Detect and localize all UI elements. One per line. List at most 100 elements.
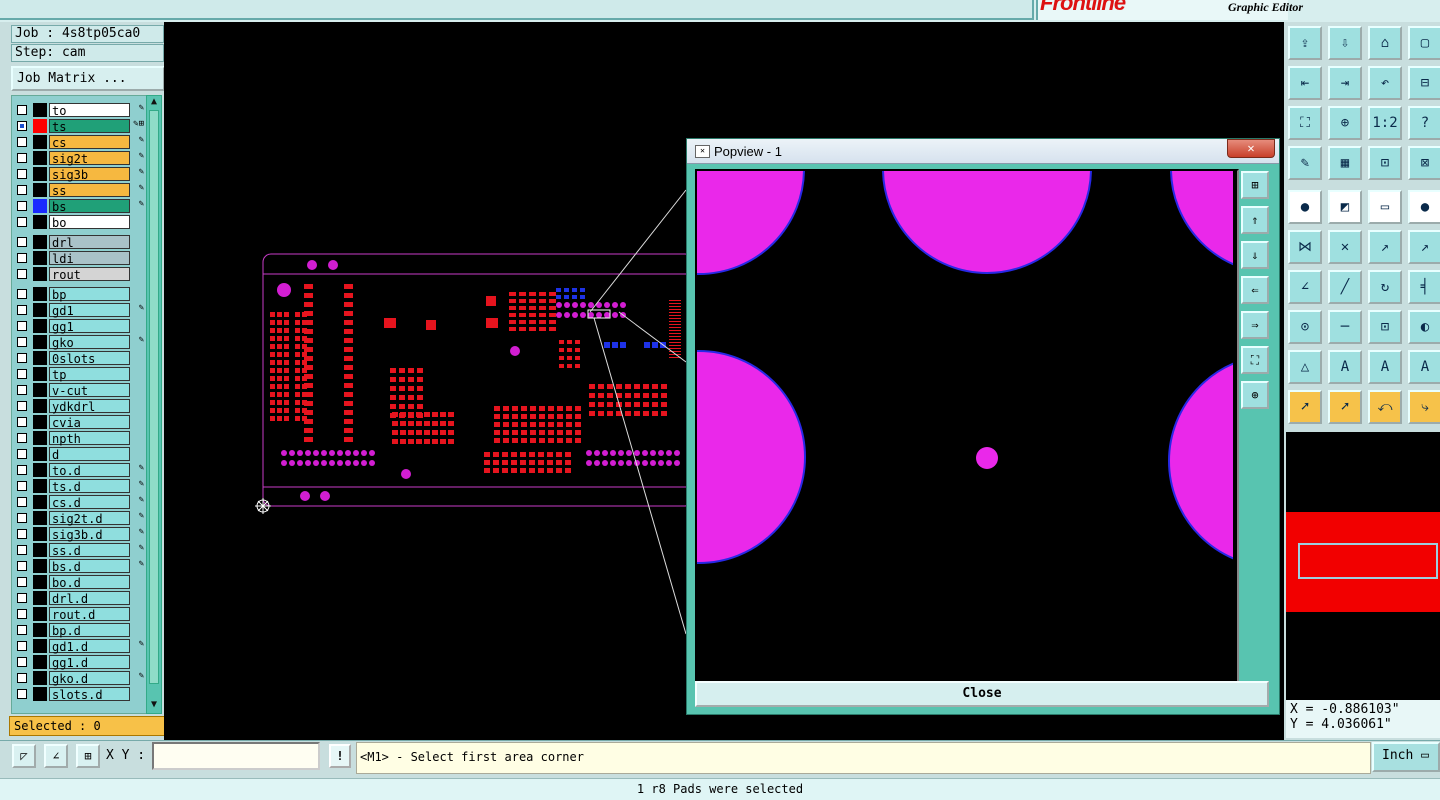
layer-name[interactable]: ydkdrl <box>49 399 130 414</box>
dot-icon[interactable]: ● <box>1408 190 1440 224</box>
layer-checkbox[interactable] <box>17 321 27 331</box>
layer-scrollbar[interactable]: ▲ ▼ <box>146 95 162 714</box>
grid-snap-icon[interactable]: ⊞ <box>76 744 100 768</box>
layer-name[interactable]: cs.d <box>49 495 130 510</box>
layer-checkbox[interactable] <box>17 577 27 587</box>
layer-color-swatch[interactable] <box>33 463 47 477</box>
layer-checkbox[interactable] <box>17 253 27 263</box>
window-icon[interactable]: ▢ <box>1408 26 1440 60</box>
popup-up-icon[interactable]: ⇑ <box>1241 206 1269 234</box>
layer-name[interactable]: bo <box>49 215 130 230</box>
layer-name[interactable]: sig3b <box>49 167 130 182</box>
layer-row[interactable]: sig3b ✎ <box>12 167 146 182</box>
layer-name[interactable]: sig2t.d <box>49 511 130 526</box>
layer-name[interactable]: tp <box>49 367 130 382</box>
layer-color-swatch[interactable] <box>33 655 47 669</box>
popview-close-icon[interactable]: ✕ <box>1227 139 1275 158</box>
layer-row[interactable]: gd1.d ✎ <box>12 639 146 654</box>
layer-row[interactable]: cs.d ✎ <box>12 495 146 510</box>
layer-color-swatch[interactable] <box>33 367 47 381</box>
layer-name[interactable]: drl.d <box>49 591 130 606</box>
layer-name[interactable]: sig3b.d <box>49 527 130 542</box>
layer-name[interactable]: drl <box>49 235 130 250</box>
layer-color-swatch[interactable] <box>33 135 47 149</box>
layer-checkbox[interactable] <box>17 497 27 507</box>
unit-select[interactable]: Inch ▭ <box>1372 742 1440 772</box>
layer-color-swatch[interactable] <box>33 479 47 493</box>
xy-input[interactable] <box>152 742 320 770</box>
zoom-view[interactable] <box>592 63 1382 677</box>
layer-name[interactable]: to.d <box>49 463 130 478</box>
layer-color-swatch[interactable] <box>33 199 47 213</box>
layer-color-swatch[interactable] <box>33 287 47 301</box>
scale-icon[interactable]: 1:2 <box>1368 106 1402 140</box>
layer-row[interactable]: sig2t ✎ <box>12 151 146 166</box>
layer-checkbox[interactable] <box>17 337 27 347</box>
layer-icon[interactable]: ⊟ <box>1408 66 1440 100</box>
popup-center-icon[interactable]: ⊕ <box>1241 381 1269 409</box>
layer-name[interactable]: gd1.d <box>49 639 130 654</box>
layer-row[interactable]: bp.d <box>12 623 146 638</box>
layer-color-swatch[interactable] <box>33 415 47 429</box>
rotate-icon[interactable]: ↻ <box>1368 270 1402 304</box>
layer-color-swatch[interactable] <box>33 319 47 333</box>
layer-row[interactable]: slots.d <box>12 687 146 702</box>
layer-name[interactable]: gko.d <box>49 671 130 686</box>
layer-color-swatch[interactable] <box>33 591 47 605</box>
layer-color-swatch[interactable] <box>33 151 47 165</box>
corner-icon[interactable]: ◸ <box>12 744 36 768</box>
layer-row[interactable]: drl.d <box>12 591 146 606</box>
layer-checkbox[interactable] <box>17 513 27 523</box>
layer-color-swatch[interactable] <box>33 335 47 349</box>
layer-checkbox[interactable] <box>17 137 27 147</box>
layer-checkbox[interactable] <box>17 401 27 411</box>
layer-row[interactable]: bo <box>12 215 146 230</box>
layer-color-swatch[interactable] <box>33 495 47 509</box>
execute-button[interactable]: ! <box>329 744 351 768</box>
layer-checkbox[interactable] <box>17 561 27 571</box>
layer-color-swatch[interactable] <box>33 447 47 461</box>
layer-name[interactable]: rout <box>49 267 130 282</box>
layer-name[interactable]: bp.d <box>49 623 130 638</box>
shape-icon[interactable]: ◐ <box>1408 310 1440 344</box>
layer-checkbox[interactable] <box>17 529 27 539</box>
save-icon[interactable]: ⇩ <box>1328 26 1362 60</box>
layer-name[interactable]: slots.d <box>49 687 130 702</box>
popview-canvas[interactable] <box>592 63 1382 683</box>
layer-color-swatch[interactable] <box>33 183 47 197</box>
layer-color-swatch[interactable] <box>33 383 47 397</box>
cut-icon[interactable]: ─ <box>1328 310 1362 344</box>
layer-checkbox[interactable] <box>17 433 27 443</box>
layer-row[interactable]: bs ✎ <box>12 199 146 214</box>
layer-checkbox[interactable] <box>17 417 27 427</box>
popup-right-icon[interactable]: ⇒ <box>1241 311 1269 339</box>
layer-row[interactable]: gko.d ✎ <box>12 671 146 686</box>
import-icon[interactable]: ⇥ <box>1328 66 1362 100</box>
layer-row[interactable]: bp <box>12 287 146 302</box>
layer-name[interactable]: cs <box>49 135 130 150</box>
layer-row[interactable]: 0slots <box>12 351 146 366</box>
layer-row[interactable]: gg1 <box>12 319 146 334</box>
layer-color-swatch[interactable] <box>33 351 47 365</box>
line-icon[interactable]: ◩ <box>1328 190 1362 224</box>
layer-name[interactable]: ts <box>49 119 130 134</box>
export-icon[interactable]: ⇤ <box>1288 66 1322 100</box>
layer-checkbox[interactable] <box>17 465 27 475</box>
layer-checkbox[interactable] <box>17 673 27 683</box>
scroll-thumb[interactable] <box>149 110 159 684</box>
layer-row[interactable]: ts ✎⊞ <box>12 119 146 134</box>
job-matrix-button[interactable]: Job Matrix ... <box>11 66 165 91</box>
layer-checkbox[interactable] <box>17 153 27 163</box>
layer-row[interactable]: sig3b.d ✎ <box>12 527 146 542</box>
popview-close-button[interactable]: Close <box>695 681 1269 707</box>
layer-name[interactable]: ts.d <box>49 479 130 494</box>
layer-row[interactable]: ss.d ✎ <box>12 543 146 558</box>
layer-row[interactable]: gko ✎ <box>12 335 146 350</box>
layer-name[interactable]: gd1 <box>49 303 130 318</box>
scroll-down-icon[interactable]: ▼ <box>147 699 161 711</box>
layer-checkbox[interactable] <box>17 369 27 379</box>
layer-color-swatch[interactable] <box>33 303 47 317</box>
layer-color-swatch[interactable] <box>33 431 47 445</box>
layer-name[interactable]: cvia <box>49 415 130 430</box>
layer-row[interactable]: to ✎ <box>12 103 146 118</box>
